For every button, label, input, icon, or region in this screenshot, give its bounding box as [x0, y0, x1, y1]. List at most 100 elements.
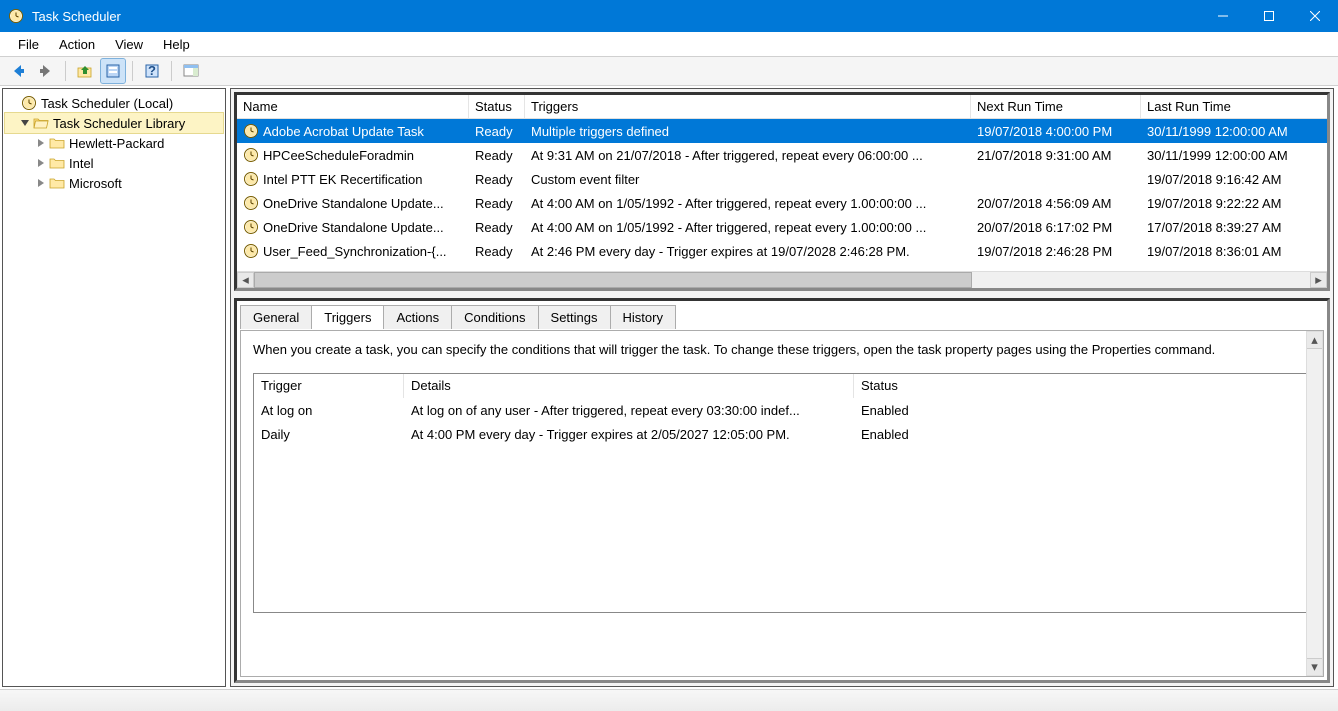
task-name: User_Feed_Synchronization-{... [263, 244, 447, 259]
col-last[interactable]: Last Run Time [1141, 95, 1327, 118]
trigger-name: Daily [254, 425, 404, 444]
toolbar [0, 56, 1338, 86]
task-status: Ready [469, 242, 525, 261]
task-name: HPCeeScheduleForadmin [263, 148, 414, 163]
show-action-pane-button[interactable] [179, 59, 203, 83]
vertical-scrollbar[interactable]: ▴ ▾ [1306, 331, 1323, 676]
clock-icon [243, 147, 259, 163]
tree-library[interactable]: Task Scheduler Library [5, 113, 223, 133]
task-next-run: 20/07/2018 4:56:09 AM [971, 194, 1141, 213]
grid-header: Name Status Triggers Next Run Time Last … [237, 95, 1327, 119]
task-triggers: Multiple triggers defined [525, 122, 971, 141]
task-row[interactable]: OneDrive Standalone Update...ReadyAt 4:0… [237, 191, 1327, 215]
tab-triggers[interactable]: Triggers [311, 305, 384, 329]
clock-icon [243, 219, 259, 235]
scroll-left-button[interactable]: ◂ [237, 272, 254, 288]
tree-panel[interactable]: Task Scheduler (Local) Task Scheduler Li… [2, 88, 226, 687]
tab-actions[interactable]: Actions [383, 305, 452, 329]
col-details[interactable]: Details [404, 374, 854, 398]
expand-toggle[interactable] [35, 157, 47, 169]
clock-icon [243, 195, 259, 211]
task-triggers: At 9:31 AM on 21/07/2018 - After trigger… [525, 146, 971, 165]
task-triggers: Custom event filter [525, 170, 971, 189]
tree-item-hp[interactable]: Hewlett-Packard [5, 133, 223, 153]
task-list[interactable]: Name Status Triggers Next Run Time Last … [234, 92, 1330, 291]
scroll-right-button[interactable]: ▸ [1310, 272, 1327, 288]
col-next[interactable]: Next Run Time [971, 95, 1141, 118]
clock-icon [243, 171, 259, 187]
task-next-run [971, 177, 1141, 181]
menu-action[interactable]: Action [49, 35, 105, 54]
tree-root-label: Task Scheduler (Local) [41, 96, 173, 111]
tree-item-microsoft[interactable]: Microsoft [5, 173, 223, 193]
task-status: Ready [469, 122, 525, 141]
menu-view[interactable]: View [105, 35, 153, 54]
trigger-row[interactable]: At log onAt log on of any user - After t… [254, 398, 1310, 422]
col-status[interactable]: Status [469, 95, 525, 118]
tab-conditions[interactable]: Conditions [451, 305, 538, 329]
task-status: Ready [469, 194, 525, 213]
task-status: Ready [469, 218, 525, 237]
tab-strip: General Triggers Actions Conditions Sett… [237, 301, 1327, 328]
menu-bar: File Action View Help [0, 32, 1338, 56]
task-next-run: 19/07/2018 4:00:00 PM [971, 122, 1141, 141]
menu-file[interactable]: File [8, 35, 49, 54]
back-button[interactable] [6, 59, 30, 83]
tree-library-label: Task Scheduler Library [53, 116, 185, 131]
scroll-down-button[interactable]: ▾ [1307, 658, 1322, 675]
minimize-button[interactable] [1200, 0, 1246, 32]
tab-general[interactable]: General [240, 305, 312, 329]
horizontal-scrollbar[interactable]: ◂ ▸ [237, 271, 1327, 288]
tab-history[interactable]: History [610, 305, 676, 329]
task-status: Ready [469, 146, 525, 165]
close-button[interactable] [1292, 0, 1338, 32]
expand-toggle[interactable] [19, 117, 31, 129]
task-next-run: 21/07/2018 9:31:00 AM [971, 146, 1141, 165]
status-bar [0, 689, 1338, 711]
maximize-button[interactable] [1246, 0, 1292, 32]
task-row[interactable]: User_Feed_Synchronization-{...ReadyAt 2:… [237, 239, 1327, 263]
tree-root[interactable]: Task Scheduler (Local) [5, 93, 223, 113]
triggers-table[interactable]: Trigger Details Status At log onAt log o… [253, 373, 1311, 613]
tree-item-intel[interactable]: Intel [5, 153, 223, 173]
task-row[interactable]: HPCeeScheduleForadmin ReadyAt 9:31 AM on … [237, 143, 1327, 167]
expand-toggle[interactable] [35, 137, 47, 149]
task-last-run: 19/07/2018 9:16:42 AM [1141, 170, 1327, 189]
col-trigger[interactable]: Trigger [254, 374, 404, 398]
trigger-details: At 4:00 PM every day - Trigger expires a… [404, 425, 854, 444]
task-last-run: 30/11/1999 12:00:00 AM [1141, 122, 1327, 141]
up-button[interactable] [73, 59, 97, 83]
clock-icon [243, 243, 259, 259]
task-row[interactable]: Adobe Acrobat Update TaskReadyMultiple t… [237, 119, 1327, 143]
col-name[interactable]: Name [237, 95, 469, 118]
trigger-details: At log on of any user - After triggered,… [404, 401, 854, 420]
help-button[interactable] [140, 59, 164, 83]
properties-button[interactable] [101, 59, 125, 83]
task-row[interactable]: Intel PTT EK Recertification ReadyCustom … [237, 167, 1327, 191]
tab-settings[interactable]: Settings [538, 305, 611, 329]
forward-button[interactable] [34, 59, 58, 83]
task-last-run: 17/07/2018 8:39:27 AM [1141, 218, 1327, 237]
folder-icon [49, 135, 65, 151]
trigger-status: Enabled [854, 425, 1310, 444]
expand-toggle[interactable] [35, 177, 47, 189]
col-trigger-status[interactable]: Status [854, 374, 1310, 398]
task-name: Intel PTT EK Recertification [263, 172, 422, 187]
task-row[interactable]: OneDrive Standalone Update... ReadyAt 4:0… [237, 215, 1327, 239]
scroll-thumb[interactable] [254, 272, 972, 288]
folder-icon [49, 155, 65, 171]
task-name: OneDrive Standalone Update... [263, 220, 444, 235]
trigger-row[interactable]: DailyAt 4:00 PM every day - Trigger expi… [254, 422, 1310, 446]
right-panel: Name Status Triggers Next Run Time Last … [230, 88, 1334, 687]
task-last-run: 19/07/2018 8:36:01 AM [1141, 242, 1327, 261]
scroll-up-button[interactable]: ▴ [1307, 332, 1322, 349]
col-triggers[interactable]: Triggers [525, 95, 971, 118]
task-triggers: At 4:00 AM on 1/05/1992 - After triggere… [525, 218, 971, 237]
folder-open-icon [33, 115, 49, 131]
task-next-run: 20/07/2018 6:17:02 PM [971, 218, 1141, 237]
task-status: Ready [469, 170, 525, 189]
menu-help[interactable]: Help [153, 35, 200, 54]
task-last-run: 30/11/1999 12:00:00 AM [1141, 146, 1327, 165]
trigger-status: Enabled [854, 401, 1310, 420]
app-icon [8, 8, 24, 24]
